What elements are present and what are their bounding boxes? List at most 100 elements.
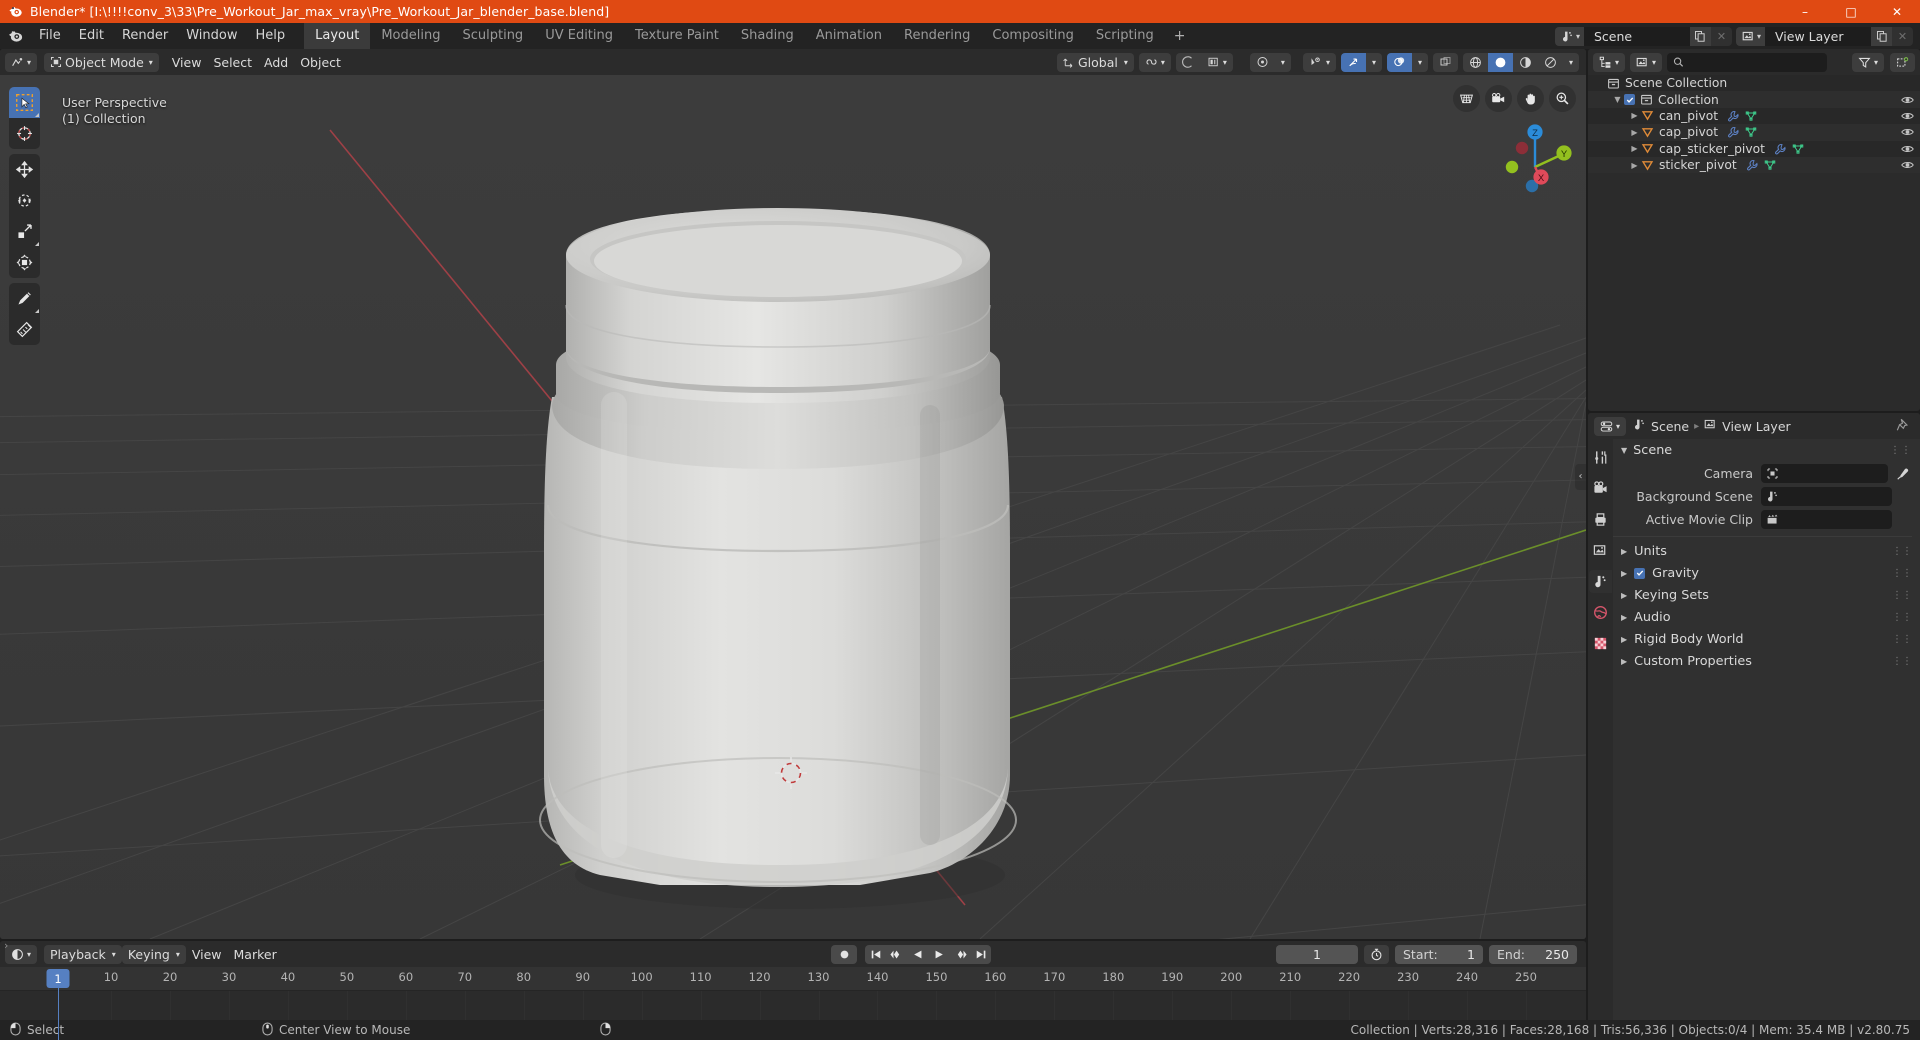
minimize-button[interactable]: –	[1782, 0, 1828, 23]
properties-section-keying-sets[interactable]: ▶ Keying Sets ⋮⋮	[1613, 584, 1920, 606]
maximize-button[interactable]: □	[1828, 0, 1874, 23]
gizmo-options-dropdown[interactable]: ▾	[1274, 52, 1291, 72]
tab-animation[interactable]: Animation	[805, 23, 893, 49]
overlays-dropdown[interactable]: ▾	[1411, 52, 1428, 72]
tab-modeling[interactable]: Modeling	[370, 23, 451, 49]
properties-section-units[interactable]: ▶ Units ⋮⋮	[1613, 540, 1920, 562]
camera-eyedropper-icon[interactable]	[1894, 467, 1912, 481]
tab-output[interactable]	[1589, 508, 1612, 531]
expand-toggle-icon[interactable]: ▶	[1628, 128, 1641, 137]
shading-options-dropdown[interactable]: ▾	[1562, 52, 1579, 72]
xray-toggle[interactable]	[1432, 52, 1458, 72]
properties-editor[interactable]: ▾ Scene ▸ View Layer ▼ Scene ⋮⋮ Camera B…	[1588, 413, 1920, 1040]
outliner-row-cap_pivot[interactable]: ▶ cap_pivot	[1588, 124, 1920, 141]
section-drag-handle[interactable]: ⋮⋮	[1892, 634, 1912, 645]
start-frame-field[interactable]: Start: 1	[1395, 944, 1483, 964]
zoom-view-icon[interactable]	[1549, 85, 1576, 112]
tool-annotate[interactable]	[9, 283, 40, 314]
outliner-item-label[interactable]: Collection	[1658, 93, 1719, 107]
properties-section-rigid-body-world[interactable]: ▶ Rigid Body World ⋮⋮	[1613, 628, 1920, 650]
tab-scripting[interactable]: Scripting	[1085, 23, 1165, 49]
unlink-scene-button[interactable]: ✕	[1710, 26, 1732, 46]
wrench-icon[interactable]	[1746, 159, 1758, 171]
tab-sculpting[interactable]: Sculpting	[451, 23, 534, 49]
scene-name-field[interactable]: Scene	[1583, 26, 1690, 46]
pan-view-icon[interactable]	[1517, 85, 1544, 112]
active-movie-clip-field[interactable]	[1761, 510, 1892, 529]
show-overlays-toggle[interactable]	[1386, 52, 1412, 72]
timeline-menu-marker[interactable]: Marker	[228, 945, 283, 964]
tab-layout[interactable]: Layout	[304, 23, 371, 49]
tab-texture-paint[interactable]: Texture Paint	[624, 23, 730, 49]
use-preview-range-icon[interactable]	[1364, 944, 1389, 964]
outliner-editor[interactable]: ▾ ▾ ▾ Scene Collection ▼ Collection ▶ ca…	[1588, 49, 1920, 411]
outliner-item-label[interactable]: Scene Collection	[1625, 76, 1727, 90]
section-drag-handle[interactable]: ⋮⋮	[1892, 656, 1912, 667]
toggle-orthographic-icon[interactable]	[1453, 85, 1480, 112]
next-keyframe-button[interactable]	[949, 944, 970, 964]
scene-icon[interactable]: ▾	[1554, 26, 1584, 46]
menu-file[interactable]: File	[30, 26, 70, 46]
expand-toggle-icon[interactable]: ▶	[1628, 111, 1641, 120]
menu-help[interactable]: Help	[247, 26, 295, 46]
viewport-canvas[interactable]: User Perspective (1) Collection Z Y X ‹	[0, 75, 1586, 939]
section-drag-handle[interactable]: ⋮⋮	[1892, 612, 1912, 623]
snapping-toggle[interactable]: ▾	[1138, 52, 1171, 72]
timeline-menu-view[interactable]: View	[186, 945, 228, 964]
play-button[interactable]	[928, 944, 949, 964]
outliner-search-input[interactable]	[1688, 55, 1822, 69]
breadcrumb-view-layer-label[interactable]: View Layer	[1722, 419, 1791, 434]
tool-rotate[interactable]	[9, 185, 40, 216]
remove-view-layer-button[interactable]: ✕	[1892, 26, 1913, 46]
view-layer-icon[interactable]: ▾	[1735, 26, 1765, 46]
viewport-3d[interactable]: ▾ Object Mode ▾ View Select Add Object G…	[0, 49, 1586, 939]
wrench-icon[interactable]	[1727, 126, 1739, 138]
close-button[interactable]: ✕	[1874, 0, 1920, 23]
timeline-ruler[interactable]: 10 20 30 40 50 60 70 80 90 100 110 120 130 140 150 160 1…	[0, 967, 1586, 1040]
mesh-data-icon[interactable]	[1745, 110, 1757, 122]
viewport-menu-view[interactable]: View	[166, 53, 208, 72]
show-gizmo-toggle[interactable]	[1340, 52, 1366, 72]
outliner-row-collection[interactable]: ▼ Collection	[1588, 91, 1920, 108]
editor-type-selector[interactable]: ▾	[5, 52, 38, 72]
proportional-editing-toggle[interactable]	[1175, 52, 1201, 72]
outliner-search[interactable]	[1667, 52, 1828, 72]
play-reverse-button[interactable]	[907, 944, 928, 964]
end-frame-field[interactable]: End: 250	[1489, 944, 1577, 964]
visibility-eye-icon[interactable]	[1901, 143, 1914, 155]
expand-toggle-icon[interactable]: ▶	[1628, 161, 1641, 170]
outliner-item-label[interactable]: sticker_pivot	[1659, 158, 1737, 172]
timeline-scroll-left-icon[interactable]: ›	[4, 941, 8, 1024]
section-checkbox[interactable]	[1634, 567, 1646, 579]
viewport-sidebar-toggle[interactable]: ‹	[1575, 463, 1586, 490]
current-frame-field[interactable]: 1	[1276, 944, 1358, 964]
tab-uv-editing[interactable]: UV Editing	[534, 23, 624, 49]
solid-shading-button[interactable]	[1487, 52, 1513, 72]
auto-keying-button[interactable]	[831, 944, 857, 964]
properties-section-custom-properties[interactable]: ▶ Custom Properties ⋮⋮	[1613, 650, 1920, 672]
tab-scene[interactable]	[1589, 570, 1612, 593]
section-drag-handle[interactable]: ⋮⋮	[1892, 546, 1912, 557]
outliner-row-can_pivot[interactable]: ▶ can_pivot	[1588, 108, 1920, 124]
tool-scale[interactable]	[9, 216, 40, 247]
tab-render[interactable]	[1589, 477, 1612, 500]
menu-edit[interactable]: Edit	[70, 26, 113, 46]
add-workspace-button[interactable]: +	[1165, 23, 1195, 49]
gizmo-dropdown[interactable]: ▾	[1365, 52, 1382, 72]
outliner-item-label[interactable]: cap_sticker_pivot	[1659, 142, 1765, 156]
timeline-editor-type-selector[interactable]: ▾	[5, 944, 38, 964]
collection-checkbox[interactable]	[1624, 94, 1635, 106]
timeline-playhead[interactable]: 1	[46, 969, 70, 988]
background-scene-field[interactable]	[1761, 487, 1892, 506]
visibility-eye-icon[interactable]	[1901, 159, 1914, 171]
new-scene-button[interactable]	[1689, 26, 1711, 46]
visibility-eye-icon[interactable]	[1901, 94, 1914, 106]
view-layer-name-field[interactable]: View Layer	[1765, 26, 1871, 46]
wrench-icon[interactable]	[1774, 143, 1786, 155]
timeline-menu-playback[interactable]: Playback ▾	[44, 944, 122, 964]
outliner-row-scene-collection[interactable]: Scene Collection	[1588, 75, 1920, 91]
visibility-eye-icon[interactable]	[1901, 126, 1914, 138]
outliner-display-mode-selector[interactable]: ▾	[1630, 52, 1663, 72]
view-layer-selector[interactable]: ▾ View Layer ✕	[1735, 26, 1913, 46]
viewport-menu-object[interactable]: Object	[294, 53, 347, 72]
